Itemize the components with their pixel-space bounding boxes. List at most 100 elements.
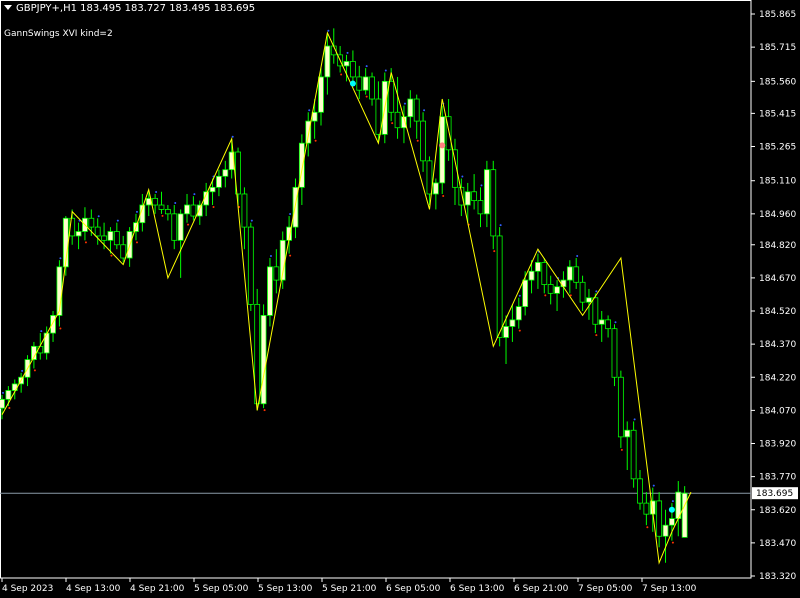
candle-body-down: [630, 429, 637, 480]
candle-body-up: [5, 390, 12, 400]
candle-body-down: [643, 502, 650, 515]
candle-body-down: [605, 319, 611, 330]
price-label: 184.070: [759, 406, 796, 416]
time-label: 5 Sep 13:00: [258, 584, 313, 594]
high-dot: [327, 29, 330, 32]
candle-body-down: [369, 76, 375, 100]
candle-body-down: [171, 213, 178, 241]
low-dot: [365, 95, 368, 98]
candle-body-up: [184, 204, 190, 215]
candle-body-down: [611, 328, 618, 378]
candle-body-down: [349, 61, 356, 78]
high-dot: [499, 224, 502, 227]
price-label: 184.520: [759, 307, 796, 317]
price-label: 185.865: [759, 10, 796, 20]
symbol-header: GBPJPY+,H1 183.495 183.727 183.495 183.6…: [4, 3, 255, 14]
high-dot: [40, 330, 43, 333]
candle-body-up: [107, 231, 114, 241]
candle-body-down: [420, 120, 426, 162]
candle-body-up: [177, 213, 184, 241]
candle-body-up: [566, 266, 573, 281]
candle-body-down: [375, 98, 382, 135]
high-dot: [461, 175, 464, 178]
candle-body-down: [94, 226, 101, 237]
high-dot: [59, 257, 62, 260]
candle-body-up: [318, 76, 324, 113]
candle-body-down: [490, 169, 497, 237]
candle-body-up: [681, 492, 688, 538]
high-dot: [97, 215, 100, 218]
candle-body-down: [190, 204, 197, 217]
high-dot: [576, 255, 579, 258]
low-dot: [135, 241, 138, 244]
candle-body-up: [586, 297, 592, 303]
low-dot: [340, 73, 343, 76]
high-dot: [250, 219, 253, 222]
candle-body-up: [522, 279, 529, 307]
symbol-quote: GBPJPY+,H1 183.495 183.727 183.495 183.6…: [16, 3, 256, 14]
candle-body-down: [164, 209, 171, 215]
candle-body-down: [273, 266, 280, 281]
low-dot: [620, 448, 623, 451]
candle-body-up: [196, 204, 203, 217]
candle-body-down: [388, 80, 395, 113]
high-dot: [633, 418, 636, 421]
high-dot: [2, 391, 4, 394]
candle-body-down: [541, 262, 548, 285]
price-chart[interactable]: 185.865 185.715 185.560 185.415 185.265 185.1…: [0, 0, 800, 598]
high-dot: [652, 484, 655, 487]
candle-body-up: [432, 182, 439, 195]
low-dot: [671, 541, 674, 544]
candle-body-up: [560, 279, 567, 288]
time-label: 4 Sep 21:00: [130, 584, 185, 594]
candle-body-up: [75, 231, 82, 237]
candle-body-down: [656, 500, 663, 537]
price-label: 184.960: [759, 210, 796, 220]
price-label: 185.110: [759, 177, 796, 187]
time-label: 7 Sep 13:00: [642, 584, 697, 594]
high-dot: [518, 294, 521, 297]
candle-body-up: [43, 332, 50, 354]
high-dot: [116, 219, 119, 222]
high-dot: [614, 321, 617, 324]
candle-body-up: [464, 191, 471, 206]
candle-body-down: [158, 204, 165, 210]
candle-body-up: [0, 398, 5, 409]
low-dot: [646, 526, 649, 529]
high-dot: [595, 290, 598, 293]
low-dot: [544, 294, 547, 297]
candle-body-down: [241, 193, 248, 228]
time-label: 4 Sep 13:00: [66, 584, 121, 594]
high-dot: [671, 500, 674, 503]
time-label: 6 Sep 05:00: [386, 584, 441, 594]
candle-body-down: [101, 235, 107, 241]
candle-body-up: [483, 169, 490, 215]
low-dot: [442, 194, 445, 197]
price-label: 185.715: [759, 43, 796, 53]
high-dot: [193, 193, 196, 196]
candle-body-up: [554, 286, 560, 294]
candle-body-up: [267, 266, 273, 316]
high-dot: [346, 51, 349, 54]
time-label: 4 Sep 2023: [2, 584, 53, 594]
high-dot: [269, 255, 272, 258]
price-label: 185.265: [759, 142, 796, 152]
candle-body-down: [471, 191, 478, 201]
candle-body-down: [247, 226, 254, 305]
high-dot: [135, 210, 138, 213]
price-label: 185.560: [759, 77, 796, 87]
candle-body-up: [407, 98, 414, 118]
candle-body-down: [356, 76, 363, 91]
low-dot: [187, 223, 190, 226]
signal-marker: [668, 506, 675, 513]
candle-body-up: [662, 524, 669, 537]
dropdown-arrow-icon[interactable]: [4, 5, 12, 10]
price-label: 185.415: [759, 109, 796, 119]
candle-body-up: [343, 61, 350, 67]
indicator-label: GannSwings XVI kind=2: [4, 29, 113, 39]
candle-body-up: [598, 319, 605, 325]
low-dot: [518, 329, 521, 332]
low-dot: [289, 254, 292, 257]
low-dot: [84, 241, 87, 244]
low-dot: [33, 369, 36, 372]
